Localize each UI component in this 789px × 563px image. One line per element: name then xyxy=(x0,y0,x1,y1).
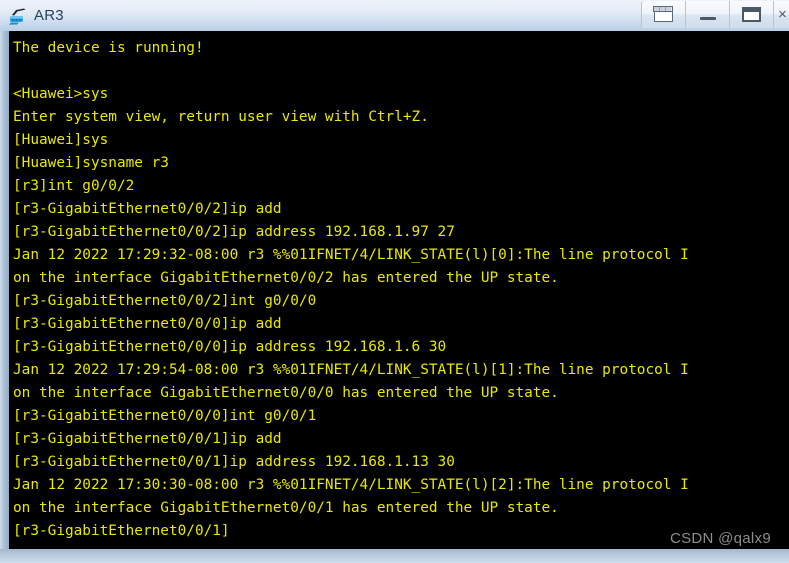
terminal-line: on the interface GigabitEthernet0/0/0 ha… xyxy=(13,385,559,401)
terminal-line: on the interface GigabitEthernet0/0/2 ha… xyxy=(13,270,559,286)
terminal-output[interactable]: The device is running! <Huawei>sys Enter … xyxy=(9,31,789,549)
title-bar-left: AR3 xyxy=(8,0,64,31)
device-console-window: AR3 × The device is running! <Huawei>sys… xyxy=(0,0,789,563)
terminal-line: [Huawei]sysname r3 xyxy=(13,155,169,171)
restore-button[interactable] xyxy=(641,1,685,28)
terminal-line: Enter system view, return user view with… xyxy=(13,109,429,125)
restore-icon xyxy=(652,6,675,23)
terminal-line: [r3-GigabitEthernet0/0/1]ip add xyxy=(13,431,282,447)
terminal-line: <Huawei>sys xyxy=(13,86,109,102)
window-title: AR3 xyxy=(34,7,64,24)
terminal-line: [Huawei]sys xyxy=(13,132,109,148)
window-left-border xyxy=(0,31,9,563)
window-bottom-border xyxy=(0,549,789,563)
window-controls: × xyxy=(641,1,789,28)
terminal-line: [r3-GigabitEthernet0/0/1]ip address 192.… xyxy=(13,454,455,470)
terminal-line: [r3-GigabitEthernet0/0/2]ip address 192.… xyxy=(13,224,455,240)
router-icon xyxy=(8,6,28,26)
terminal-line: [r3-GigabitEthernet0/0/0]ip add xyxy=(13,316,282,332)
title-bar[interactable]: AR3 × xyxy=(0,0,789,31)
terminal-line: [r3-GigabitEthernet0/0/2]int g0/0/0 xyxy=(13,293,317,309)
csdn-watermark: CSDN @qalx9 xyxy=(669,530,771,547)
maximize-button[interactable] xyxy=(729,1,773,28)
terminal-line: [r3-GigabitEthernet0/0/0]int g0/0/1 xyxy=(13,408,317,424)
terminal-line: Jan 12 2022 17:30:30-08:00 r3 %%01IFNET/… xyxy=(13,477,689,493)
terminal-line: [r3-GigabitEthernet0/0/0]ip address 192.… xyxy=(13,339,447,355)
terminal-line: Jan 12 2022 17:29:54-08:00 r3 %%01IFNET/… xyxy=(13,362,689,378)
terminal-line: [r3]int g0/0/2 xyxy=(13,178,135,194)
terminal-line: [r3-GigabitEthernet0/0/2]ip add xyxy=(13,201,282,217)
minimize-icon xyxy=(699,16,716,20)
minimize-button[interactable] xyxy=(685,1,729,28)
terminal-line: on the interface GigabitEthernet0/0/1 ha… xyxy=(13,500,559,516)
terminal-line: The device is running! xyxy=(13,40,204,56)
close-icon: × xyxy=(778,6,787,23)
maximize-icon xyxy=(742,7,761,22)
terminal-line: Jan 12 2022 17:29:32-08:00 r3 %%01IFNET/… xyxy=(13,247,689,263)
close-button[interactable]: × xyxy=(773,1,789,28)
